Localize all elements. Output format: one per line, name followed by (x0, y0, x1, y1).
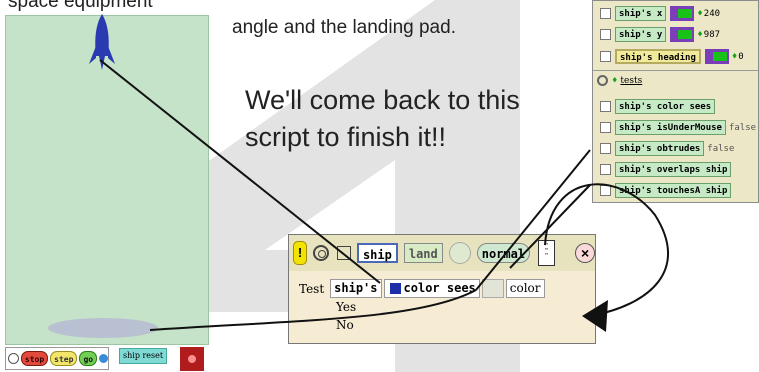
go-button[interactable]: go (79, 351, 98, 366)
indicator-dot-icon[interactable] (99, 354, 108, 363)
record-button[interactable] (180, 347, 204, 371)
ring-icon[interactable] (8, 353, 19, 364)
stop-button[interactable]: stop (20, 351, 49, 366)
annotation-arrows (99, 59, 669, 332)
step-button[interactable]: step (50, 351, 78, 366)
all-scripts-controls: stop step go (5, 347, 109, 370)
ship-reset-button[interactable]: ship reset (119, 348, 168, 364)
